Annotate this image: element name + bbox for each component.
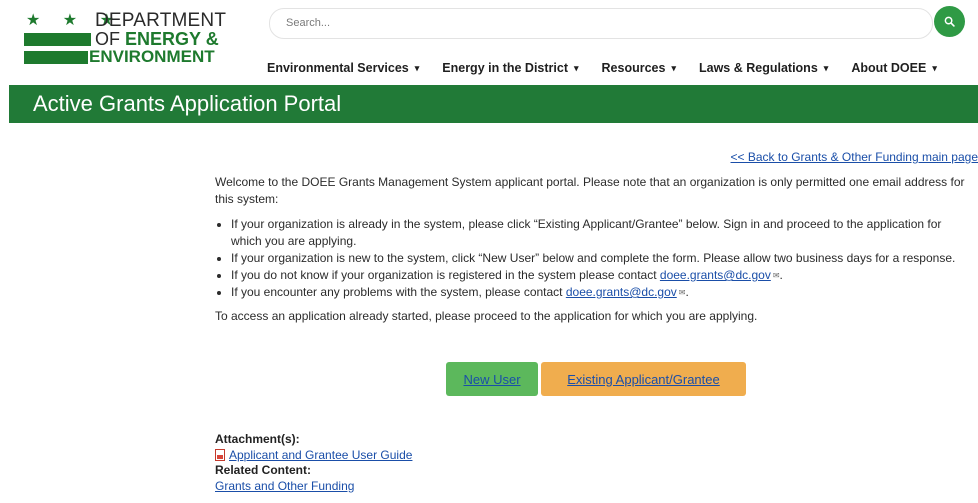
nav-resources[interactable]: Resources ▾ <box>602 59 676 77</box>
nav-label: Laws & Regulations <box>699 61 818 75</box>
attachments-section: Attachment(s): Applicant and Grantee Use… <box>215 432 412 494</box>
nav-label: Resources <box>601 61 666 75</box>
related-content-heading: Related Content: <box>215 463 311 477</box>
chevron-down-icon: ▾ <box>932 62 937 73</box>
mail-icon: ✉ <box>772 271 780 280</box>
chevron-down-icon: ▾ <box>823 62 829 73</box>
intro-text: Welcome to the DOEE Grants Management Sy… <box>215 175 965 206</box>
page-title-banner: Active Grants Application Portal <box>9 85 978 123</box>
mail-icon: ✉ <box>678 288 686 297</box>
list-item: If your organization is already in the s… <box>231 216 970 250</box>
grants-funding-link[interactable]: Grants and Other Funding <box>215 479 354 493</box>
search-icon <box>944 16 955 27</box>
search-box <box>269 8 933 39</box>
nav-environmental-services[interactable]: Environmental Services ▾ <box>267 59 419 77</box>
page-title: Active Grants Application Portal <box>33 91 342 116</box>
back-to-grants-link[interactable]: << Back to Grants & Other Funding main p… <box>731 150 978 164</box>
pdf-icon <box>215 448 225 461</box>
doee-logo[interactable]: ★ ★ ★ DEPARTMENT OF ENERGY & ENVIRONMENT <box>22 10 227 68</box>
list-item: If you do not know if your organization … <box>231 267 970 284</box>
chevron-down-icon: ▾ <box>574 62 579 73</box>
search-button[interactable] <box>934 6 965 37</box>
logo-line-department: DEPARTMENT <box>95 10 227 31</box>
list-item-text: If your organization is already in the s… <box>231 217 942 248</box>
logo-energy: ENERGY & <box>125 29 219 49</box>
nav-label: Environmental Services <box>267 61 409 75</box>
nav-about-doee[interactable]: About DOEE ▾ <box>851 59 937 77</box>
main-content: Welcome to the DOEE Grants Management Sy… <box>215 174 970 325</box>
list-item-text: If you encounter any problems with the s… <box>231 285 566 299</box>
list-item-text: If your organization is new to the syste… <box>231 251 956 265</box>
chevron-down-icon: ▾ <box>414 62 420 73</box>
list-item: If your organization is new to the syste… <box>231 250 970 267</box>
existing-applicant-button[interactable]: Existing Applicant/Grantee <box>541 362 746 396</box>
user-guide-link[interactable]: Applicant and Grantee User Guide <box>229 448 412 462</box>
search-input[interactable] <box>286 16 886 30</box>
instructions-list: If your organization is already in the s… <box>215 216 970 301</box>
related-item: Grants and Other Funding <box>215 479 412 495</box>
logo-line-energy: OF ENERGY & <box>95 29 219 49</box>
new-user-button[interactable]: New User <box>446 362 538 396</box>
logo-line-environment: ENVIRONMENT <box>89 47 215 66</box>
main-nav: Environmental Services ▾ Energy in the Di… <box>267 59 937 77</box>
attachment-item: Applicant and Grantee User Guide <box>215 448 412 464</box>
logo-of: OF <box>95 29 125 49</box>
nav-energy-in-the-district[interactable]: Energy in the District ▾ <box>442 59 578 77</box>
email-link[interactable]: doee.grants@dc.gov <box>566 285 677 299</box>
email-link[interactable]: doee.grants@dc.gov <box>660 268 771 282</box>
list-item-text: If you do not know if your organization … <box>231 268 660 282</box>
logo-bar <box>24 51 88 64</box>
chevron-down-icon: ▾ <box>671 62 676 73</box>
nav-label: Energy in the District <box>442 61 568 75</box>
list-item: If you encounter any problems with the s… <box>231 284 970 301</box>
attachments-heading: Attachment(s): <box>215 432 300 446</box>
nav-laws-regulations[interactable]: Laws & Regulations ▾ <box>699 59 828 77</box>
logo-bar <box>24 33 91 46</box>
nav-label: About DOEE <box>851 61 927 75</box>
access-note: To access an application already started… <box>215 309 758 323</box>
